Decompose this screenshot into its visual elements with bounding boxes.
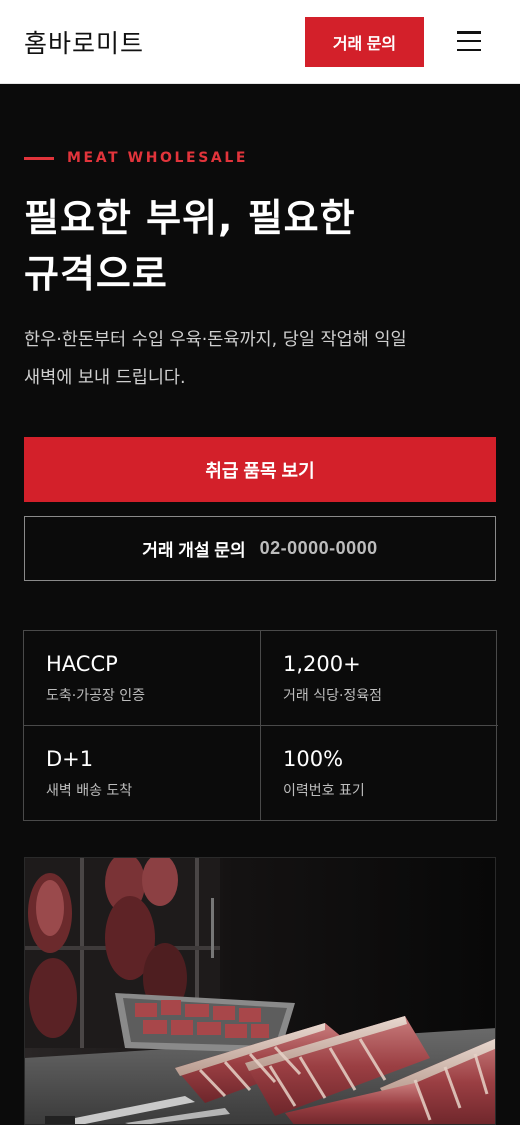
stat-value: 100% xyxy=(283,747,344,771)
stat-item: 1,200+ 거래 식당·정육점 xyxy=(261,631,498,726)
menu-icon-bar xyxy=(457,31,481,34)
stat-label: 거래 식당·정육점 xyxy=(283,688,383,704)
headline-line-1: 필요한 부위, 필요한 xyxy=(24,196,356,240)
stat-item: D+1 새벽 배송 도착 xyxy=(24,726,261,821)
eyebrow: MEAT WHOLESALE xyxy=(24,150,248,166)
stat-label: 이력번호 표기 xyxy=(283,783,365,799)
stats-grid: HACCP 도축·가공장 인증 1,200+ 거래 식당·정육점 D+1 새벽 … xyxy=(23,630,498,821)
stat-value: HACCP xyxy=(46,652,118,676)
hero-headline: 필요한 부위, 필요한 규격으로 xyxy=(24,190,494,302)
meat-photo xyxy=(24,857,496,1125)
stat-label: 새벽 배송 도착 xyxy=(46,783,133,799)
inquiry-button[interactable]: 거래 문의 xyxy=(305,17,424,67)
menu-icon-bar xyxy=(457,39,481,43)
description-line-2: 새벽에 보내 드립니다. xyxy=(24,368,186,388)
contact-number: 02-0000-0000 xyxy=(259,538,378,558)
stat-value: D+1 xyxy=(46,747,94,771)
eyebrow-line xyxy=(24,156,54,160)
contact-label: 거래 개설 문의 xyxy=(142,541,246,560)
meat-photo-illustration xyxy=(25,858,495,1124)
brand-logo[interactable]: 홈바로미트 xyxy=(24,24,144,60)
stat-value: 1,200+ xyxy=(283,652,361,676)
view-products-button[interactable]: 취급 품목 보기 xyxy=(24,437,496,502)
stat-label: 도축·가공장 인증 xyxy=(46,688,146,704)
description-line-1: 한우·한돈부터 수입 우육·돈육까지, 당일 작업해 익일 xyxy=(24,330,407,350)
hero-description: 한우·한돈부터 수입 우육·돈육까지, 당일 작업해 익일 새벽에 보내 드립니… xyxy=(24,321,494,397)
menu-icon-bar xyxy=(457,48,481,51)
eyebrow-text: MEAT WHOLESALE xyxy=(67,150,249,166)
menu-icon[interactable] xyxy=(455,28,483,54)
top-bar: 홈바로미트 거래 문의 xyxy=(0,0,520,84)
stat-item: 100% 이력번호 표기 xyxy=(261,726,498,821)
stat-item: HACCP 도축·가공장 인증 xyxy=(24,631,261,726)
headline-line-2: 규격으로 xyxy=(24,252,168,296)
contact-phone-button[interactable]: 거래 개설 문의 02-0000-0000 xyxy=(24,516,496,581)
